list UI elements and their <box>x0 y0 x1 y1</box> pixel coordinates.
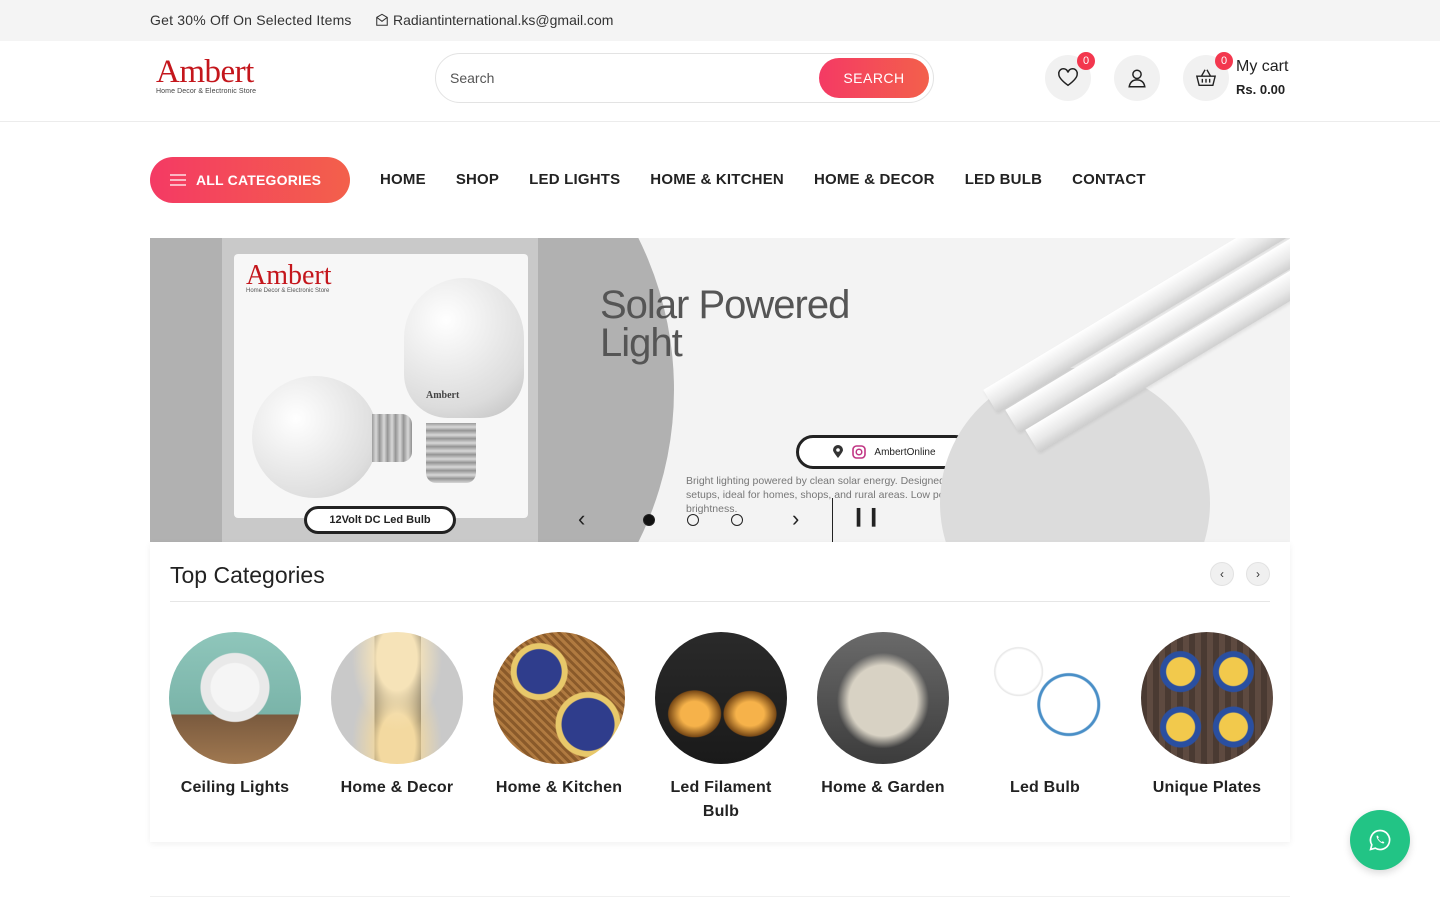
hero-banner[interactable]: Ambert Home Decor & Electronic Store Amb… <box>150 238 1290 542</box>
category-image <box>169 632 301 764</box>
menu-list: HOME SHOP LED LIGHTS HOME & KITCHEN HOME… <box>380 171 1146 188</box>
hamburger-icon <box>170 174 186 186</box>
banner-headline: Solar Powered Light <box>600 283 850 365</box>
heart-icon <box>1058 68 1078 87</box>
categories-prev-button[interactable]: ‹ <box>1210 562 1234 586</box>
large-bulb-image: Ambert <box>404 278 524 418</box>
product-tag-pill: 12Volt DC Led Bulb <box>304 506 456 534</box>
banner-logo-tagline: Home Decor & Electronic Store <box>246 288 330 294</box>
nav-item-home-kitchen[interactable]: HOME & KITCHEN <box>650 171 784 188</box>
category-unique-plates[interactable]: Unique Plates <box>1137 632 1277 800</box>
email-text: Radiantinternational.ks@gmail.com <box>393 12 614 28</box>
category-name: Unique Plates <box>1152 779 1262 796</box>
search-button[interactable]: SEARCH <box>819 58 929 98</box>
slider-dot-1[interactable] <box>643 514 655 526</box>
nav-item-home-decor[interactable]: HOME & DECOR <box>814 171 935 188</box>
wishlist-count-badge: 0 <box>1077 52 1095 70</box>
slider-divider <box>832 498 833 542</box>
category-name: Led Bulb <box>1009 779 1081 796</box>
category-led-bulb[interactable]: Led Bulb <box>975 632 1115 800</box>
top-bar: Get 30% Off On Selected Items Radiantint… <box>0 0 1440 41</box>
cart-label: My cart <box>1236 58 1289 75</box>
category-image <box>1141 632 1273 764</box>
nav-item-contact[interactable]: CONTACT <box>1072 171 1146 188</box>
category-image <box>655 632 787 764</box>
small-bulb-base <box>372 414 412 462</box>
large-bulb-base <box>426 423 476 483</box>
category-image <box>979 632 1111 764</box>
category-home-kitchen[interactable]: Home & Kitchen <box>489 632 629 800</box>
envelope-icon <box>376 13 388 26</box>
instagram-icon <box>852 445 867 459</box>
category-ceiling-lights[interactable]: Ceiling Lights <box>165 632 305 800</box>
nav-item-led-bulb[interactable]: LED BULB <box>965 171 1042 188</box>
email-link[interactable]: Radiantinternational.ks@gmail.com <box>375 12 613 28</box>
cart-button[interactable]: 0 <box>1183 52 1233 101</box>
slider-dot-3[interactable] <box>731 514 743 526</box>
account-button[interactable] <box>1114 55 1160 101</box>
user-icon <box>1128 69 1146 88</box>
nav-item-shop[interactable]: SHOP <box>456 171 499 188</box>
headline-line-1: Solar Powered <box>600 283 850 327</box>
cart-count-badge: 0 <box>1215 52 1233 70</box>
basket-icon <box>1195 69 1217 87</box>
category-name: Home & Garden <box>821 779 945 796</box>
slider-pause-button[interactable]: ❙❙ <box>851 506 881 527</box>
wishlist-button[interactable]: 0 <box>1045 52 1095 101</box>
category-name: Ceiling Lights <box>180 779 290 796</box>
category-name: Home & Decor <box>340 779 454 796</box>
all-categories-button[interactable]: ALL CATEGORIES <box>150 157 350 203</box>
main-navigation: ALL CATEGORIES HOME SHOP LED LIGHTS HOME… <box>0 157 1440 203</box>
nav-item-home[interactable]: HOME <box>380 171 426 188</box>
logo-word: Ambert <box>156 54 254 90</box>
nav-item-led-lights[interactable]: LED LIGHTS <box>529 171 620 188</box>
category-led-filament-bulb[interactable]: Led Filament Bulb <box>651 632 791 824</box>
section-title: Top Categories <box>170 562 325 588</box>
cart-summary[interactable]: My cart Rs. 0.00 <box>1236 58 1288 97</box>
categories-next-button[interactable]: › <box>1246 562 1270 586</box>
category-home-decor[interactable]: Home & Decor <box>327 632 467 800</box>
section-divider <box>170 601 1270 602</box>
top-categories-section: Top Categories ‹ › Ceiling Lights Home &… <box>150 542 1290 842</box>
whatsapp-chat-button[interactable] <box>1350 810 1410 870</box>
site-logo[interactable]: Ambert Home Decor & Electronic Store <box>156 54 276 101</box>
search-bar: SEARCH <box>435 53 934 103</box>
search-input[interactable] <box>450 66 810 90</box>
slider-next-button[interactable]: › <box>792 506 799 532</box>
category-name: Home & Kitchen <box>495 779 623 796</box>
slider-dot-2[interactable] <box>687 514 699 526</box>
whatsapp-icon <box>1369 829 1391 851</box>
category-home-garden[interactable]: Home & Garden <box>813 632 953 800</box>
bulb-brand-label: Ambert <box>426 390 460 401</box>
led-tube-image <box>983 238 1290 453</box>
social-handle-text: AmbertOnline <box>874 446 936 458</box>
footer-divider <box>150 896 1290 897</box>
category-image <box>493 632 625 764</box>
location-pin-icon <box>833 445 844 458</box>
category-image <box>817 632 949 764</box>
slider-prev-button[interactable]: ‹ <box>578 506 585 532</box>
cart-amount: Rs. 0.00 <box>1236 82 1286 97</box>
category-name: Led Filament Bulb <box>670 779 772 820</box>
small-bulb-image <box>252 376 378 498</box>
all-categories-label: ALL CATEGORIES <box>196 172 322 188</box>
logo-tagline: Home Decor & Electronic Store <box>156 88 257 95</box>
headline-line-2: Light <box>600 321 683 365</box>
promo-text: Get 30% Off On Selected Items <box>150 12 352 28</box>
product-tag-text: 12Volt DC Led Bulb <box>329 514 431 526</box>
category-image <box>331 632 463 764</box>
site-header: Ambert Home Decor & Electronic Store SEA… <box>0 41 1440 122</box>
